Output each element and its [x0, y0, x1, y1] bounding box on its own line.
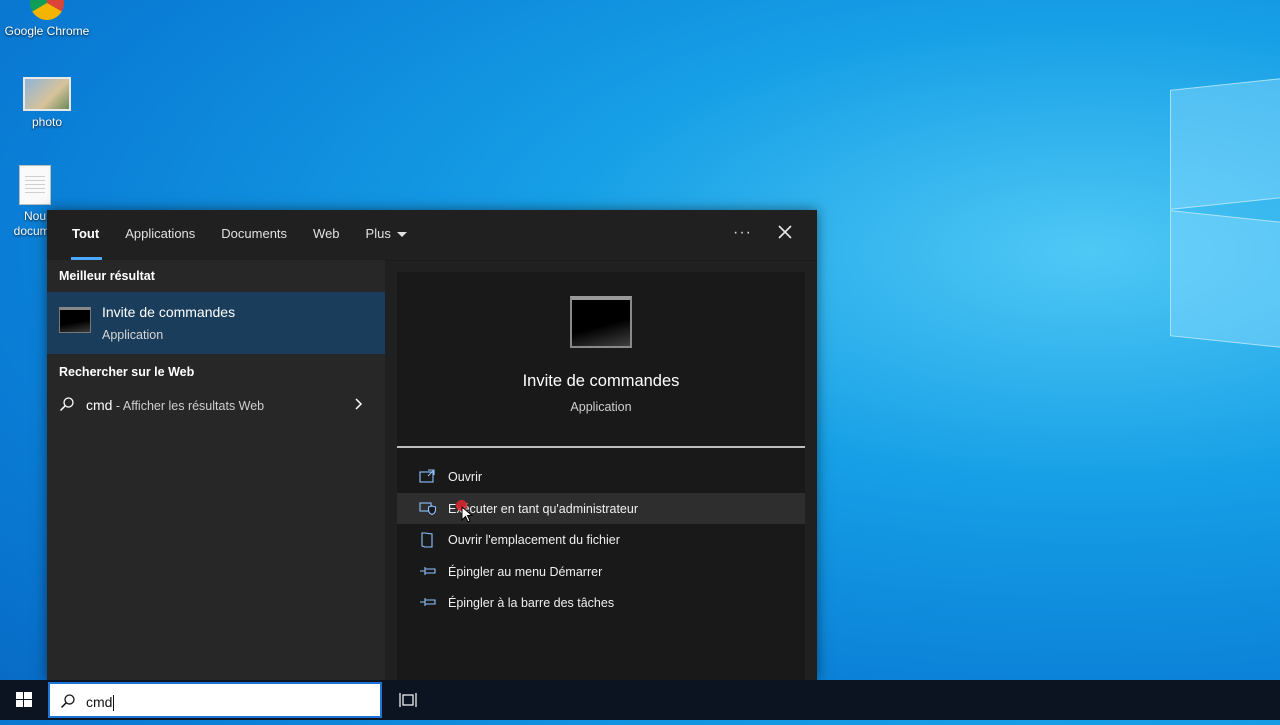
search-icon — [59, 397, 74, 412]
tab-more[interactable]: Plus — [353, 210, 420, 260]
action-pin-to-start[interactable]: Épingler au menu Démarrer — [397, 556, 805, 588]
result-preview-pane: Invite de commandes Application Ouvrir E… — [397, 272, 805, 680]
action-label: Épingler à la barre des tâches — [448, 596, 615, 610]
web-search-heading: Rechercher sur le Web — [59, 365, 195, 379]
desktop-icon-label: Google Chrome — [4, 24, 90, 38]
preview-title: Invite de commandes — [522, 372, 680, 390]
best-match-name: Invite de commandes — [102, 304, 236, 320]
taskbar-search-input[interactable]: cmd — [48, 682, 382, 718]
pin-icon — [420, 566, 436, 575]
close-button[interactable] — [773, 220, 797, 244]
action-list: Ouvrir Exécuter en tant qu'administrateu… — [397, 448, 805, 619]
taskbar: cmd — [0, 680, 1280, 720]
search-input-value: cmd — [86, 694, 113, 710]
tab-web[interactable]: Web — [300, 210, 353, 260]
search-panel: Tout Applications Documents Web Plus ···… — [47, 210, 817, 680]
action-pin-to-taskbar[interactable]: Épingler à la barre des tâches — [397, 587, 805, 619]
web-search-result[interactable]: cmd - Afficher les résultats Web — [47, 388, 385, 422]
desktop-icon-google-chrome[interactable]: Google Chrome — [2, 0, 92, 38]
tab-all[interactable]: Tout — [59, 210, 112, 260]
preview-type: Application — [570, 400, 632, 414]
task-view-button[interactable] — [398, 691, 418, 714]
web-search-term: cmd — [86, 397, 113, 413]
search-icon — [60, 694, 75, 709]
text-caret — [113, 695, 115, 712]
result-preview: Invite de commandes Application — [397, 272, 805, 448]
pin-icon — [420, 598, 436, 606]
file-location-icon — [421, 532, 433, 548]
action-label: Ouvrir — [448, 470, 483, 484]
command-prompt-icon — [570, 296, 632, 348]
shield-admin-icon — [419, 501, 437, 515]
tab-applications[interactable]: Applications — [112, 210, 208, 260]
action-label: Épingler au menu Démarrer — [448, 564, 603, 579]
task-view-icon — [399, 693, 417, 707]
search-input-value-wrap: cmd — [86, 694, 115, 712]
action-label: Ouvrir l'emplacement du fichier — [448, 533, 620, 547]
start-button[interactable] — [0, 680, 47, 720]
tab-documents[interactable]: Documents — [208, 210, 300, 260]
windows-wallpaper-logo — [1170, 70, 1280, 370]
web-search-query: cmd - Afficher les résultats Web — [86, 397, 264, 413]
best-match-heading: Meilleur résultat — [59, 269, 155, 283]
action-open[interactable]: Ouvrir — [397, 461, 805, 493]
action-open-file-location[interactable]: Ouvrir l'emplacement du fichier — [397, 524, 805, 556]
windows-start-icon — [16, 692, 32, 707]
mouse-cursor-icon — [461, 506, 473, 523]
close-icon — [778, 225, 792, 239]
desktop-icon-photo[interactable]: photo — [2, 77, 92, 129]
chevron-right-icon — [355, 398, 363, 410]
tab-more-label: Plus — [365, 226, 391, 241]
caret-down-icon — [396, 232, 407, 238]
desktop-icon-label: photo — [31, 115, 63, 129]
more-options-button[interactable]: ··· — [733, 224, 752, 242]
search-tabs: Tout Applications Documents Web Plus — [47, 210, 817, 261]
best-match-type: Application — [102, 328, 164, 342]
web-search-suffix: - Afficher les résultats Web — [112, 399, 265, 413]
action-label: Exécuter en tant qu'administrateur — [448, 501, 638, 516]
results-list: Meilleur résultat Invite de commandes Ap… — [47, 260, 385, 680]
document-icon — [19, 165, 51, 205]
chrome-icon — [30, 0, 64, 20]
best-match-item[interactable]: Invite de commandes Application — [47, 292, 385, 354]
image-file-icon — [23, 77, 71, 111]
command-prompt-icon — [59, 307, 91, 333]
open-icon — [419, 469, 435, 483]
